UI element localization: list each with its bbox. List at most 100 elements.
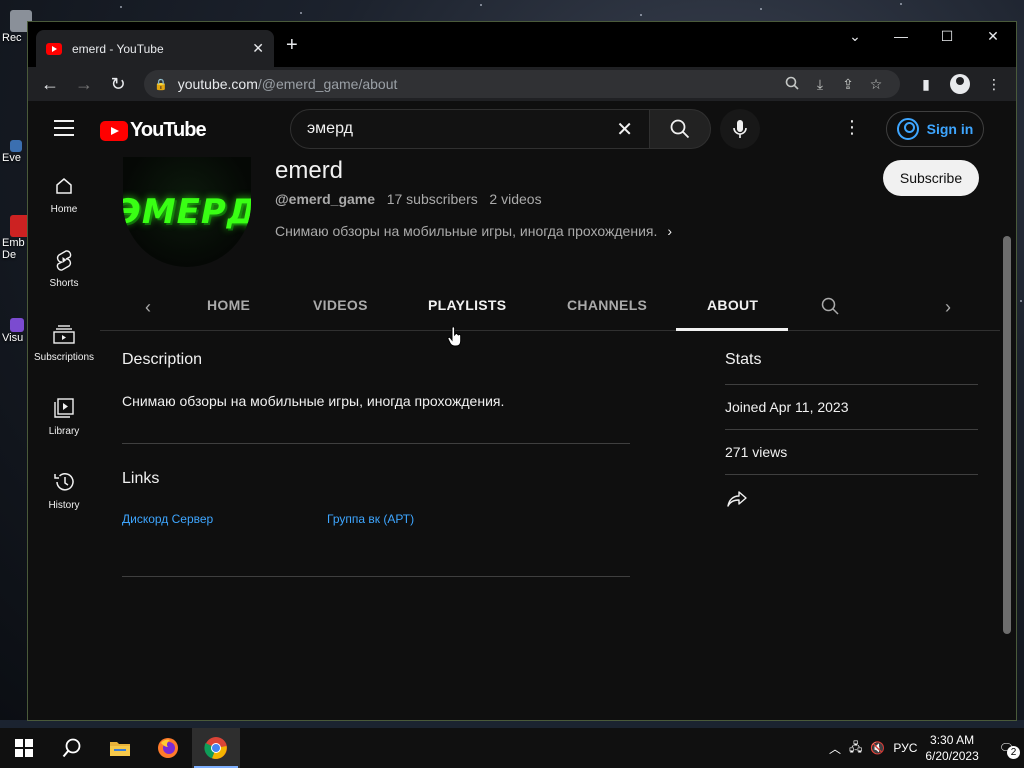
youtube-play-icon bbox=[100, 120, 128, 141]
browser-tab[interactable]: emerd - YouTube ✕ bbox=[36, 30, 274, 67]
guide-item-home[interactable]: Home bbox=[28, 157, 100, 231]
subscriptions-icon bbox=[52, 322, 76, 346]
clear-search-icon[interactable]: ✕ bbox=[616, 117, 633, 142]
firefox-icon bbox=[158, 738, 178, 758]
subscribe-button[interactable]: Subscribe bbox=[883, 160, 979, 196]
tray-expand-chevron-icon[interactable]: ︿ bbox=[829, 740, 841, 757]
tabs-scroll-right-icon[interactable]: › bbox=[945, 297, 951, 318]
youtube-page: YouTube эмерд ✕ ⋮ Sign in Home Shorts Su… bbox=[28, 101, 1016, 720]
back-button[interactable]: ← bbox=[36, 70, 64, 98]
close-window-button[interactable]: ✕ bbox=[970, 22, 1016, 50]
tab-close-icon[interactable]: ✕ bbox=[252, 40, 264, 57]
stats-title: Stats bbox=[725, 351, 978, 385]
sign-in-button[interactable]: Sign in bbox=[886, 111, 984, 147]
install-app-icon[interactable]: ⤓ bbox=[806, 76, 834, 93]
search-button[interactable] bbox=[649, 109, 711, 149]
folder-icon bbox=[110, 742, 130, 756]
about-stats-section: Stats Joined Apr 11, 2023 271 views bbox=[725, 351, 978, 511]
divider bbox=[122, 576, 630, 577]
tab-playlists[interactable]: PLAYLISTS bbox=[428, 297, 506, 313]
taskbar-clock[interactable]: 3:30 AM 6/20/2023 bbox=[925, 732, 978, 764]
volume-muted-icon[interactable]: 🔇 bbox=[870, 741, 885, 755]
notifications-button[interactable]: 🗨 2 bbox=[999, 741, 1020, 759]
reload-button[interactable]: ↻ bbox=[104, 70, 132, 98]
notification-count-badge: 2 bbox=[1007, 746, 1020, 759]
taskbar-search-button[interactable] bbox=[48, 728, 96, 768]
search-icon bbox=[670, 119, 690, 139]
guide-item-subscriptions[interactable]: Subscriptions bbox=[28, 305, 100, 379]
microphone-icon bbox=[733, 120, 747, 138]
taskbar-chrome[interactable] bbox=[192, 728, 240, 768]
clock-date: 6/20/2023 bbox=[925, 749, 979, 763]
link-discord[interactable]: Дискорд Сервер bbox=[122, 512, 213, 526]
chrome-menu-icon[interactable]: ⋮ bbox=[980, 70, 1008, 98]
channel-meta: @emerd_game 17 subscribers 2 videos bbox=[275, 191, 542, 207]
description-title: Description bbox=[122, 351, 203, 368]
youtube-masthead: YouTube эмерд ✕ ⋮ Sign in bbox=[28, 101, 1016, 157]
tab-home[interactable]: HOME bbox=[207, 297, 250, 313]
taskbar-file-explorer[interactable] bbox=[96, 728, 144, 768]
settings-kebab-icon[interactable]: ⋮ bbox=[843, 117, 861, 138]
channel-avatar[interactable]: ЭМЕРД bbox=[123, 157, 251, 267]
guide-sidebar: Home Shorts Subscriptions Library Histor… bbox=[28, 157, 100, 527]
voice-search-button[interactable] bbox=[720, 109, 760, 149]
divider bbox=[122, 443, 630, 444]
system-tray: ︿ 🖧 🔇 РУС 3:30 AM 6/20/2023 🗨 2 bbox=[829, 728, 1024, 768]
windows-logo-icon bbox=[15, 739, 33, 757]
browser-toolbar: ← → ↻ 🔒 youtube.com/@emerd_game/about ⤓ … bbox=[28, 67, 1016, 101]
search-query-text[interactable]: эмерд bbox=[307, 120, 616, 138]
forward-button[interactable]: → bbox=[70, 70, 98, 98]
links-list: Дискорд Сервер Группа вк (АРТ) bbox=[122, 512, 630, 542]
guide-item-library[interactable]: Library bbox=[28, 379, 100, 453]
input-language[interactable]: РУС bbox=[893, 741, 917, 755]
home-icon bbox=[52, 174, 76, 198]
minimize-button[interactable]: — bbox=[878, 22, 924, 50]
tab-videos[interactable]: VIDEOS bbox=[313, 297, 368, 313]
youtube-logo[interactable]: YouTube bbox=[100, 119, 207, 142]
stat-joined: Joined Apr 11, 2023 bbox=[725, 385, 978, 430]
search-icon bbox=[62, 738, 81, 758]
url-text[interactable]: youtube.com/@emerd_game/about bbox=[178, 76, 778, 92]
tab-title: emerd - YouTube bbox=[72, 41, 164, 56]
tabs-scroll-left-icon[interactable]: ‹ bbox=[145, 297, 151, 318]
browser-titlebar: emerd - YouTube ✕ + ⌄ — ☐ ✕ bbox=[28, 22, 1016, 67]
tab-channels[interactable]: CHANNELS bbox=[567, 297, 647, 313]
guide-item-shorts[interactable]: Shorts bbox=[28, 231, 100, 305]
side-panel-icon[interactable]: ▮ bbox=[912, 70, 940, 98]
profile-avatar-icon[interactable] bbox=[950, 74, 970, 94]
library-icon bbox=[52, 396, 76, 420]
tab-about[interactable]: ABOUT bbox=[707, 297, 758, 313]
chrome-icon bbox=[204, 737, 227, 759]
search-input[interactable]: эмерд ✕ bbox=[290, 109, 650, 149]
channel-tagline[interactable]: Снимаю обзоры на мобильные игры, иногда … bbox=[275, 223, 672, 239]
maximize-button[interactable]: ☐ bbox=[924, 22, 970, 50]
page-scrollbar[interactable] bbox=[1003, 236, 1011, 634]
share-channel-icon[interactable] bbox=[725, 487, 749, 511]
history-icon bbox=[52, 470, 76, 494]
share-icon[interactable]: ⇪ bbox=[834, 76, 862, 93]
channel-name: emerd bbox=[275, 157, 344, 184]
active-tab-indicator bbox=[676, 328, 788, 331]
taskbar-firefox[interactable] bbox=[144, 728, 192, 768]
links-title: Links bbox=[122, 470, 160, 487]
browser-window: emerd - YouTube ✕ + ⌄ — ☐ ✕ ← → ↻ 🔒 yout… bbox=[27, 21, 1017, 721]
new-tab-button[interactable]: + bbox=[286, 34, 298, 57]
network-icon[interactable]: 🖧 bbox=[849, 738, 862, 759]
zoom-search-icon[interactable] bbox=[778, 76, 806, 93]
shorts-icon bbox=[52, 248, 76, 272]
bookmark-star-icon[interactable]: ☆ bbox=[862, 76, 890, 93]
windows-taskbar: ︿ 🖧 🔇 РУС 3:30 AM 6/20/2023 🗨 2 bbox=[0, 728, 1024, 768]
address-bar[interactable]: 🔒 youtube.com/@emerd_game/about ⤓ ⇪ ☆ bbox=[144, 70, 900, 98]
subscriber-count: 17 subscribers bbox=[386, 191, 478, 207]
description-text: Снимаю обзоры на мобильные игры, иногда … bbox=[122, 393, 505, 409]
lock-icon[interactable]: 🔒 bbox=[154, 78, 168, 91]
guide-item-history[interactable]: History bbox=[28, 453, 100, 527]
start-button[interactable] bbox=[0, 728, 48, 768]
channel-tabs: ‹ HOME VIDEOS PLAYLISTS CHANNELS ABOUT › bbox=[100, 289, 1000, 331]
guide-menu-icon[interactable] bbox=[54, 120, 74, 141]
channel-search-icon[interactable] bbox=[821, 297, 839, 320]
tab-search-chevron-icon[interactable]: ⌄ bbox=[832, 22, 878, 50]
clock-time: 3:30 AM bbox=[930, 733, 975, 747]
link-vk-group[interactable]: Группа вк (АРТ) bbox=[327, 512, 414, 526]
about-description-section: Description Снимаю обзоры на мобильные и… bbox=[122, 351, 630, 577]
